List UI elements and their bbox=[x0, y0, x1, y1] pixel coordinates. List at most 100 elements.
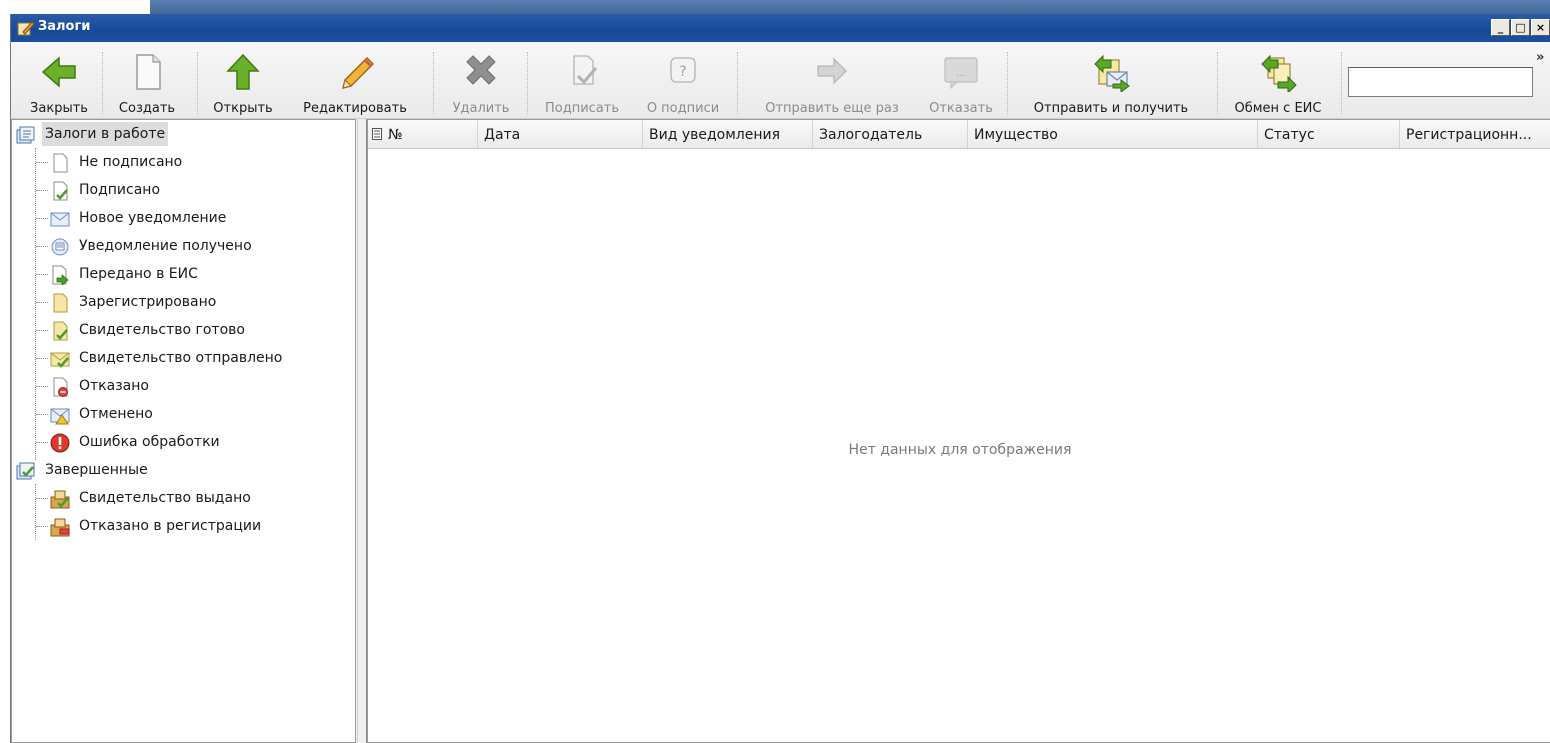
toolbar-separator bbox=[527, 52, 528, 114]
maximize-button[interactable]: □ bbox=[1511, 19, 1530, 36]
column-header-property[interactable]: Имущество bbox=[968, 120, 1258, 148]
toolbar-overflow-chevron[interactable]: » bbox=[1536, 50, 1544, 65]
signature-info-icon: ? bbox=[670, 57, 696, 83]
panel-splitter[interactable] bbox=[357, 119, 367, 743]
tree-connector bbox=[36, 442, 48, 443]
pledges-grid: № Дата Вид уведомления Залогодатель Имущ… bbox=[367, 119, 1550, 743]
column-header-registration[interactable]: Регистрационн... bbox=[1400, 120, 1550, 148]
send-receive-icon bbox=[1094, 54, 1130, 92]
edit-button[interactable]: Редактировать bbox=[285, 50, 425, 116]
column-header-date[interactable]: Дата bbox=[478, 120, 643, 148]
error-icon bbox=[50, 433, 70, 453]
tree-group-label: Залоги в работе bbox=[42, 122, 169, 146]
tree-item-label: Не подписано bbox=[79, 154, 183, 170]
new-document-icon bbox=[136, 54, 161, 90]
send-receive-button[interactable]: Отправить и получить bbox=[1013, 50, 1209, 116]
column-chooser-icon[interactable] bbox=[372, 128, 382, 140]
pledges-window: Залоги _ □ × Закрыть Создать Открыть Ред… bbox=[10, 14, 1550, 743]
app-icon bbox=[17, 21, 35, 36]
refuse-button[interactable]: ... Отказать bbox=[921, 50, 1001, 116]
edit-button-label: Редактировать bbox=[303, 101, 407, 116]
open-button[interactable]: Открыть bbox=[201, 50, 285, 116]
tree-item-label: Отменено bbox=[79, 406, 153, 422]
tree-item-label: Подписано bbox=[79, 182, 161, 198]
tree-connector bbox=[36, 162, 48, 163]
minimize-button[interactable]: _ bbox=[1491, 19, 1510, 36]
tree-connector bbox=[36, 274, 48, 275]
sign-button-label: Подписать bbox=[544, 101, 619, 116]
grid-header: № Дата Вид уведомления Залогодатель Имущ… bbox=[368, 120, 1550, 149]
tree-item-label: Отказано в регистрации bbox=[79, 518, 262, 534]
close-window-button[interactable]: × bbox=[1531, 19, 1550, 36]
resend-button-label: Отправить еще раз bbox=[765, 101, 899, 116]
tree-connector bbox=[36, 302, 48, 303]
eis-exchange-button-label: Обмен с ЕИС bbox=[1234, 101, 1322, 116]
open-button-label: Открыть bbox=[213, 101, 273, 116]
completed-folder-icon bbox=[16, 462, 35, 480]
tree-item-label: Ошибка обработки bbox=[79, 434, 220, 450]
tree-item-label: Уведомление получено bbox=[79, 238, 252, 254]
refused-document-icon bbox=[53, 377, 68, 397]
tree-item-label: Зарегистрировано bbox=[79, 294, 217, 310]
status-tree: Залоги в работе Не подписано Подписано Н… bbox=[11, 119, 356, 743]
column-header-label: Регистрационн... bbox=[1406, 127, 1532, 143]
column-header-label: Залогодатель bbox=[819, 127, 923, 143]
refuse-comment-icon: ... bbox=[944, 57, 978, 90]
column-header-status[interactable]: Статус bbox=[1258, 120, 1400, 148]
signature-info-button[interactable]: ? О подписи bbox=[635, 50, 731, 116]
tree-connector bbox=[36, 526, 48, 527]
tree-connector bbox=[36, 414, 48, 415]
toolbar-separator bbox=[1341, 52, 1342, 114]
send-receive-button-label: Отправить и получить bbox=[1033, 101, 1189, 116]
toolbar: Закрыть Создать Открыть Редактировать Уд… bbox=[11, 42, 1550, 119]
certificate-sent-icon bbox=[50, 352, 70, 368]
registered-document-icon bbox=[53, 293, 68, 313]
delete-button[interactable]: Удалить bbox=[441, 50, 521, 116]
tree-connector bbox=[35, 484, 36, 540]
toolbar-separator bbox=[737, 52, 738, 114]
toolbar-separator bbox=[1217, 52, 1218, 114]
empty-grid-message: Нет данных для отображения bbox=[848, 442, 1072, 458]
cancelled-warning-icon bbox=[50, 408, 70, 425]
certificate-issued-icon bbox=[50, 490, 70, 509]
arrow-left-green-icon bbox=[41, 56, 76, 88]
refuse-button-label: Отказать bbox=[929, 101, 993, 116]
tree-connector bbox=[36, 330, 48, 331]
signed-document-icon bbox=[53, 181, 68, 201]
tree-connector bbox=[36, 190, 48, 191]
sign-button[interactable]: Подписать bbox=[533, 50, 631, 116]
tree-connector bbox=[36, 386, 48, 387]
tree-item-label: Передано в ЕИС bbox=[79, 266, 198, 282]
pencil-icon bbox=[342, 57, 374, 89]
registration-refused-icon bbox=[50, 518, 70, 537]
resend-button[interactable]: Отправить еще раз bbox=[743, 50, 921, 116]
tree-item-label: Свидетельство отправлено bbox=[79, 350, 283, 366]
close-button[interactable]: Закрыть bbox=[21, 50, 97, 116]
toolbar-separator bbox=[433, 52, 434, 114]
column-header-label: Вид уведомления bbox=[649, 127, 781, 143]
toolbar-separator bbox=[102, 52, 103, 114]
tree-item-label: Свидетельство выдано bbox=[79, 490, 251, 506]
tree-group-label: Завершенные bbox=[45, 462, 148, 478]
certificate-ready-icon bbox=[53, 321, 68, 341]
toolbar-separator bbox=[197, 52, 198, 114]
arrow-up-green-icon bbox=[226, 53, 260, 90]
document-sent-icon bbox=[52, 265, 69, 285]
column-header-number[interactable]: № bbox=[368, 120, 478, 148]
column-header-pledgor[interactable]: Залогодатель bbox=[813, 120, 968, 148]
column-header-label: Имущество bbox=[974, 127, 1058, 143]
delete-button-label: Удалить bbox=[452, 101, 510, 116]
tree-connector bbox=[36, 218, 48, 219]
eis-exchange-button[interactable]: Обмен с ЕИС bbox=[1223, 50, 1333, 116]
resend-arrow-icon bbox=[817, 57, 847, 85]
blank-document-icon bbox=[53, 153, 68, 173]
column-header-label: Статус bbox=[1264, 127, 1315, 143]
search-input[interactable] bbox=[1348, 67, 1533, 97]
close-button-label: Закрыть bbox=[30, 101, 88, 116]
delete-x-icon bbox=[466, 55, 496, 85]
column-header-label: № bbox=[388, 127, 403, 143]
eis-exchange-icon bbox=[1261, 54, 1297, 92]
title-bar[interactable]: Залоги _ □ × bbox=[11, 14, 1550, 42]
create-button[interactable]: Создать bbox=[107, 50, 187, 116]
column-header-notification-type[interactable]: Вид уведомления bbox=[643, 120, 813, 148]
